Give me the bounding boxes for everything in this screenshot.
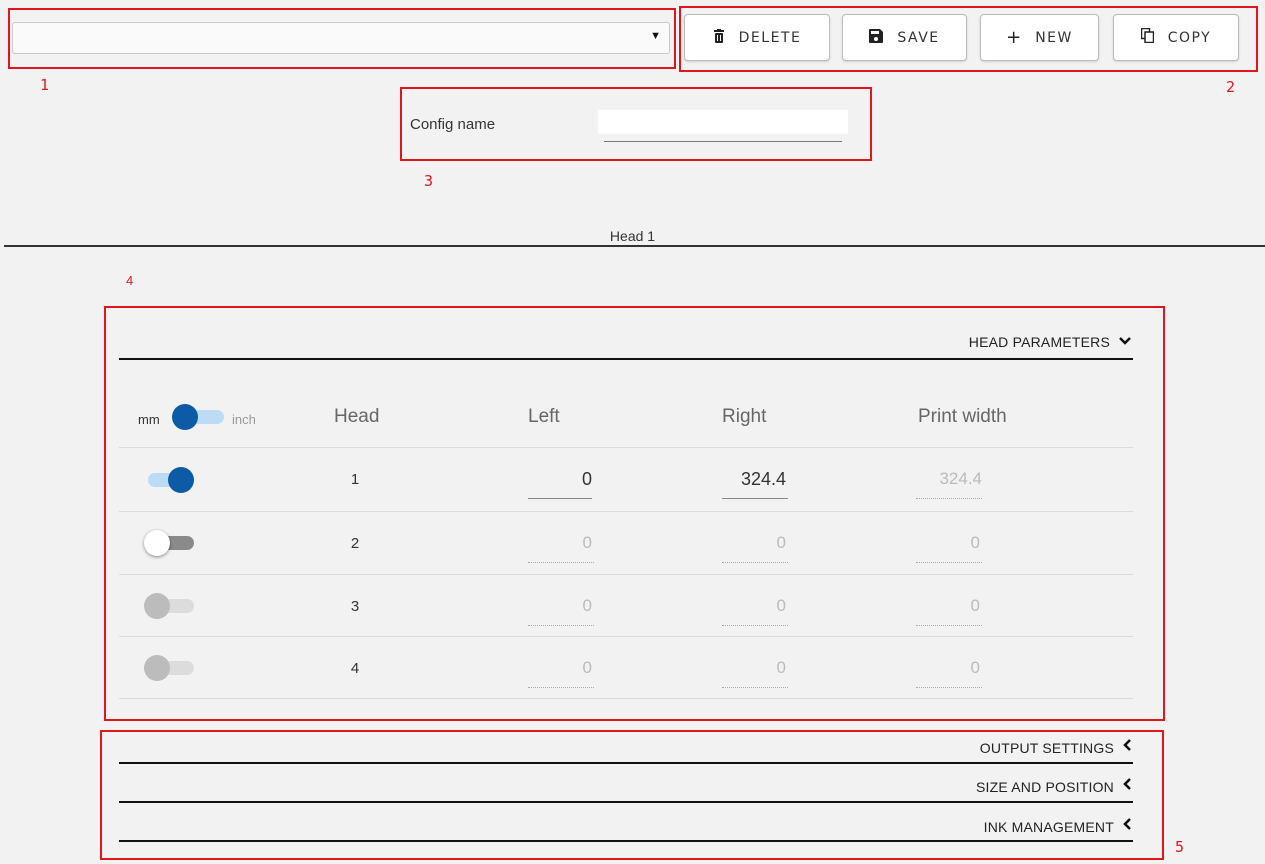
plus-icon: + <box>1006 27 1022 48</box>
column-header-print-width: Print width <box>918 406 1007 427</box>
right-input-underline <box>722 687 788 688</box>
print-width-value: 0 <box>970 533 980 552</box>
head-number: 3 <box>350 598 360 615</box>
print-width-value: 0 <box>970 596 980 615</box>
config-name-label: Config name <box>410 116 496 133</box>
left-input[interactable]: 0 <box>528 469 592 490</box>
print-width-underline <box>916 687 982 688</box>
floppy-icon <box>869 28 884 47</box>
annotation-label-5: 5 <box>1175 838 1185 856</box>
row-divider <box>119 636 1133 637</box>
section-divider <box>119 840 1133 842</box>
section-divider <box>119 762 1133 764</box>
print-width-value: 324.4 <box>939 469 982 488</box>
head-enable-toggle[interactable] <box>142 653 198 683</box>
annotation-label-1: 1 <box>40 76 50 94</box>
row-divider <box>119 511 1133 512</box>
tab-head-1[interactable]: Head 1 <box>0 228 1265 244</box>
toggle-knob <box>168 467 194 493</box>
head-enable-toggle[interactable] <box>142 591 198 621</box>
right-input: 0 <box>776 596 786 615</box>
unit-mm-label: mm <box>138 412 160 427</box>
print-width-underline <box>916 625 982 626</box>
delete-label: DELETE <box>738 29 802 46</box>
chevron-left-icon <box>1122 777 1132 796</box>
toggle-knob <box>172 404 198 430</box>
ink-management-header[interactable]: INK MANAGEMENT <box>984 817 1132 836</box>
right-input-underline <box>722 562 788 563</box>
dropdown-arrow-icon: ▼ <box>650 30 661 42</box>
new-button[interactable]: + NEW <box>980 14 1099 61</box>
new-label: NEW <box>1035 29 1073 46</box>
row-divider <box>119 698 1133 699</box>
head-parameters-header[interactable]: HEAD PARAMETERS <box>969 333 1132 351</box>
toggle-knob <box>144 530 170 556</box>
size-and-position-title: SIZE AND POSITION <box>976 778 1114 795</box>
head-number: 2 <box>350 535 360 552</box>
head-number: 1 <box>350 471 360 488</box>
column-header-left: Left <box>528 406 560 427</box>
head-number: 4 <box>350 660 360 677</box>
size-and-position-header[interactable]: SIZE AND POSITION <box>976 777 1132 796</box>
head-enable-toggle[interactable] <box>142 528 198 558</box>
copy-button[interactable]: COPY <box>1113 14 1239 61</box>
print-width-value: 0 <box>970 658 980 677</box>
print-width-underline <box>916 562 982 563</box>
head-enable-toggle[interactable] <box>140 465 196 495</box>
config-select[interactable]: ▼ <box>12 22 670 54</box>
chevron-left-icon <box>1122 738 1132 757</box>
output-settings-header[interactable]: OUTPUT SETTINGS <box>980 738 1132 757</box>
column-header-head: Head <box>334 406 380 427</box>
right-input[interactable]: 324.4 <box>722 469 786 490</box>
left-input: 0 <box>582 658 592 677</box>
annotation-box-4 <box>104 306 1165 721</box>
column-header-right: Right <box>722 406 767 427</box>
left-input-underline <box>528 625 594 626</box>
tab-divider <box>4 245 1265 247</box>
chevron-left-icon <box>1122 817 1132 836</box>
left-input: 0 <box>582 533 592 552</box>
table-header-divider <box>119 447 1133 448</box>
left-input: 0 <box>582 596 592 615</box>
save-label: SAVE <box>897 29 940 46</box>
annotation-label-2: 2 <box>1226 78 1236 96</box>
annotation-label-3: 3 <box>424 172 434 190</box>
unit-inch-label: inch <box>232 412 256 427</box>
copy-label: COPY <box>1167 29 1212 46</box>
toggle-knob <box>144 655 170 681</box>
section-divider <box>119 358 1133 360</box>
right-input: 0 <box>776 533 786 552</box>
left-input-underline <box>528 687 594 688</box>
right-input-underline <box>722 625 788 626</box>
right-input-underline <box>722 498 788 499</box>
trash-icon <box>713 28 725 47</box>
section-divider <box>119 801 1133 803</box>
toggle-knob <box>144 593 170 619</box>
save-button[interactable]: SAVE <box>842 14 967 61</box>
annotation-label-4: 4 <box>126 273 134 288</box>
delete-button[interactable]: DELETE <box>684 14 830 61</box>
config-name-underline <box>604 141 842 142</box>
ink-management-title: INK MANAGEMENT <box>983 818 1114 835</box>
head-parameters-title: HEAD PARAMETERS <box>968 334 1110 350</box>
unit-toggle[interactable] <box>170 402 226 432</box>
output-settings-title: OUTPUT SETTINGS <box>979 739 1114 756</box>
print-width-underline <box>916 498 982 499</box>
left-input-underline <box>528 498 592 499</box>
copy-icon <box>1140 27 1154 47</box>
config-name-input[interactable] <box>598 110 848 134</box>
right-input: 0 <box>776 658 786 677</box>
left-input-underline <box>528 562 594 563</box>
row-divider <box>119 574 1133 575</box>
chevron-down-icon <box>1118 333 1132 351</box>
